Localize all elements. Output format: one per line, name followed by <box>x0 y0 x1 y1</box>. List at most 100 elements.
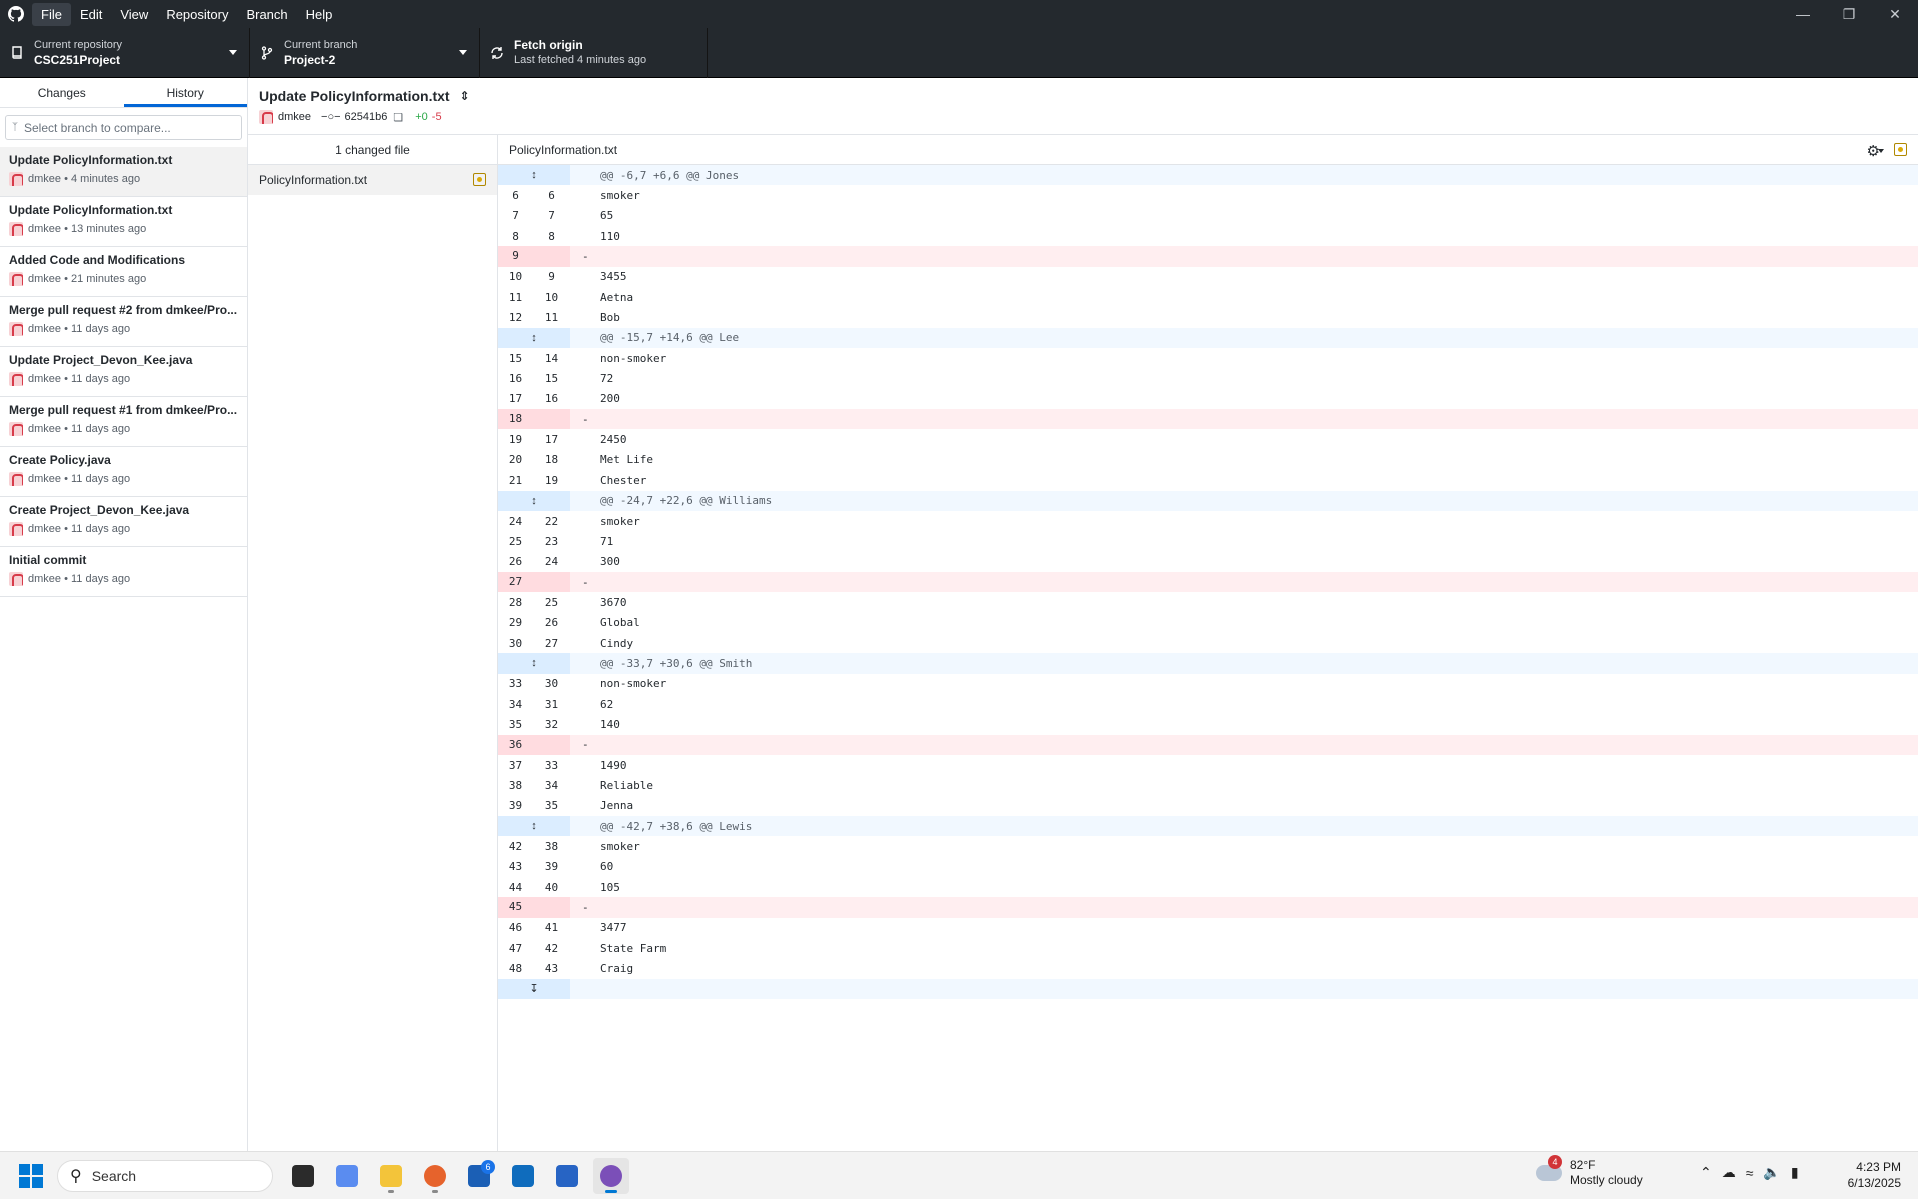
weather-widget[interactable]: 4 82°F Mostly cloudy <box>1536 1155 1643 1188</box>
new-line-number: 35 <box>544 799 559 813</box>
copilot-app[interactable] <box>329 1158 365 1194</box>
diff-context-line[interactable]: 35 32 140 <box>498 714 1918 734</box>
commit-list-item[interactable]: Create Policy.java dmkee • 11 days ago <box>0 447 247 497</box>
diff-deleted-line[interactable]: 36 - <box>498 734 1918 755</box>
diff-context-line[interactable]: 38 34 Reliable <box>498 775 1918 795</box>
diff-context-line[interactable]: 26 24 300 <box>498 552 1918 572</box>
diff-context-line[interactable]: 19 17 2450 <box>498 429 1918 449</box>
chevron-up-icon[interactable]: ⌃ <box>1700 1164 1712 1181</box>
menu-file[interactable]: File <box>32 2 71 26</box>
menu-view[interactable]: View <box>111 3 157 26</box>
old-line-number: 43 <box>508 860 523 874</box>
chevron-down-icon[interactable] <box>1878 149 1884 153</box>
diff-deleted-line[interactable]: 9- <box>498 246 1918 267</box>
diff-context-line[interactable]: 24 22 smoker <box>498 511 1918 531</box>
diff-deleted-line[interactable]: 18 - <box>498 409 1918 430</box>
diff-context-line[interactable]: 12 11 Bob <box>498 307 1918 327</box>
battery-icon[interactable]: ▮ <box>1791 1164 1799 1181</box>
diff-context-line[interactable]: 17 16 200 <box>498 389 1918 409</box>
commit-list-item[interactable]: Initial commit dmkee • 11 days ago <box>0 547 247 597</box>
line-text: Aetna <box>600 290 634 304</box>
diff-deleted-line[interactable]: 45 - <box>498 897 1918 918</box>
expand-icon[interactable]: ↕ <box>498 816 570 837</box>
diff-context-line[interactable]: 20 18 Met Life <box>498 450 1918 470</box>
current-branch-button[interactable]: Current branch Project-2 <box>250 28 480 78</box>
tab-history[interactable]: History <box>123 78 247 107</box>
task-view-app[interactable] <box>285 1158 321 1194</box>
diff-context-line[interactable]: 37 33 1490 <box>498 755 1918 775</box>
menu-edit[interactable]: Edit <box>71 3 111 26</box>
branch-compare-input[interactable]: ᛉ Select branch to compare... <box>5 115 242 140</box>
l-app[interactable]: 6 <box>461 1158 497 1194</box>
diff-context-line[interactable]: 44 40 105 <box>498 877 1918 897</box>
file-list-item[interactable]: PolicyInformation.txt <box>248 165 497 195</box>
commit-list-item[interactable]: Update PolicyInformation.txt dmkee • 13 m… <box>0 197 247 247</box>
diff-deleted-line[interactable]: 27 - <box>498 571 1918 593</box>
current-repository-button[interactable]: Current repository CSC251Project <box>0 28 250 78</box>
avatar <box>9 572 23 586</box>
volume-icon[interactable]: 🔈 <box>1763 1164 1780 1181</box>
expand-icon[interactable]: ↕ <box>498 490 570 511</box>
minimize-icon[interactable]: — <box>1780 0 1826 28</box>
expand-down-icon[interactable]: ↧ <box>498 978 570 1000</box>
file-explorer-app[interactable] <box>373 1158 409 1194</box>
line-text: Met Life <box>600 453 653 467</box>
github-logo-icon <box>0 0 32 28</box>
menu-repository[interactable]: Repository <box>157 3 237 26</box>
outlook-app[interactable] <box>505 1158 541 1194</box>
diff-context-line[interactable]: 46 41 3477 <box>498 918 1918 938</box>
diff-context-line[interactable]: 21 19 Chester <box>498 470 1918 490</box>
diff-context-line[interactable]: 8 8 110 <box>498 226 1918 246</box>
taskbar-search[interactable]: ⚲ Search <box>57 1159 273 1192</box>
store-app[interactable] <box>549 1158 585 1194</box>
commit-list-item[interactable]: Update Project_Devon_Kee.java dmkee • 11 … <box>0 347 247 397</box>
diff-context-line[interactable]: 15 14 non-smoker <box>498 348 1918 368</box>
restore-icon[interactable]: ❐ <box>1826 0 1872 28</box>
tab-changes[interactable]: Changes <box>0 78 124 107</box>
diff-context-line[interactable]: 42 38 smoker <box>498 836 1918 856</box>
commit-list-item[interactable]: Added Code and Modifications dmkee • 21 m… <box>0 247 247 297</box>
commit-list-item[interactable]: Merge pull request #1 from dmkee/Pro... d… <box>0 397 247 447</box>
diff-context-line[interactable]: 10 9 3455 <box>498 267 1918 287</box>
line-text: smoker <box>600 189 640 203</box>
diff-context-line[interactable]: 11 10 Aetna <box>498 287 1918 307</box>
diff-header: PolicyInformation.txt ⚙ <box>498 135 1918 165</box>
commit-list-item[interactable]: Merge pull request #2 from dmkee/Pro... d… <box>0 297 247 347</box>
firefox-app[interactable] <box>417 1158 453 1194</box>
copy-icon[interactable]: ❏ <box>393 111 403 124</box>
line-text: Global <box>600 616 640 630</box>
wifi-icon[interactable]: ≈ <box>1746 1165 1754 1181</box>
expand-icon[interactable]: ↕ <box>498 165 570 186</box>
expand-icon[interactable]: ↕ <box>498 327 570 349</box>
windows-start-icon[interactable] <box>19 1163 43 1188</box>
diff-context-line[interactable]: 47 42 State Farm <box>498 938 1918 958</box>
diff-context-line[interactable]: 39 35 Jenna <box>498 796 1918 816</box>
diff-context-line[interactable]: 34 31 62 <box>498 694 1918 714</box>
menu-help[interactable]: Help <box>297 3 342 26</box>
old-line-number: 11 <box>508 290 523 304</box>
expand-icon[interactable]: ⇕ <box>460 89 470 103</box>
diff-context-line[interactable]: 43 39 60 <box>498 857 1918 877</box>
onedrive-icon[interactable]: ☁ <box>1722 1164 1736 1181</box>
commit-list-item[interactable]: Create Project_Devon_Kee.java dmkee • 11 … <box>0 497 247 547</box>
menu-branch[interactable]: Branch <box>237 3 296 26</box>
diff-context-line[interactable]: 29 26 Global <box>498 613 1918 633</box>
diff-context-line[interactable]: 30 27 Cindy <box>498 633 1918 653</box>
fetch-origin-button[interactable]: Fetch origin Last fetched 4 minutes ago <box>480 28 708 78</box>
diff-context-line[interactable]: 16 15 72 <box>498 368 1918 388</box>
diff-context-line[interactable]: 33 30 non-smoker <box>498 674 1918 694</box>
diff-context-line[interactable]: 28 25 3670 <box>498 592 1918 612</box>
avatar <box>259 110 273 124</box>
diff-context-line[interactable]: 48 43 Craig <box>498 958 1918 978</box>
close-icon[interactable]: ✕ <box>1872 0 1918 28</box>
diff-context-line[interactable]: 7 7 65 <box>498 206 1918 226</box>
expand-icon[interactable]: ↕ <box>498 653 570 674</box>
diff-context-line[interactable]: 25 23 71 <box>498 531 1918 551</box>
commit-list-item[interactable]: Update PolicyInformation.txt dmkee • 4 mi… <box>0 147 247 197</box>
avatar <box>9 422 23 436</box>
commit-summary: Update PolicyInformation.txt ⇕ dmkee −○−… <box>248 78 1918 135</box>
firefox-icon <box>424 1164 446 1187</box>
github-desktop-app[interactable] <box>593 1157 629 1194</box>
diff-context-line[interactable]: 6 6 smoker <box>498 185 1918 205</box>
clock[interactable]: 4:23 PM 6/13/2025 <box>1848 1159 1901 1191</box>
